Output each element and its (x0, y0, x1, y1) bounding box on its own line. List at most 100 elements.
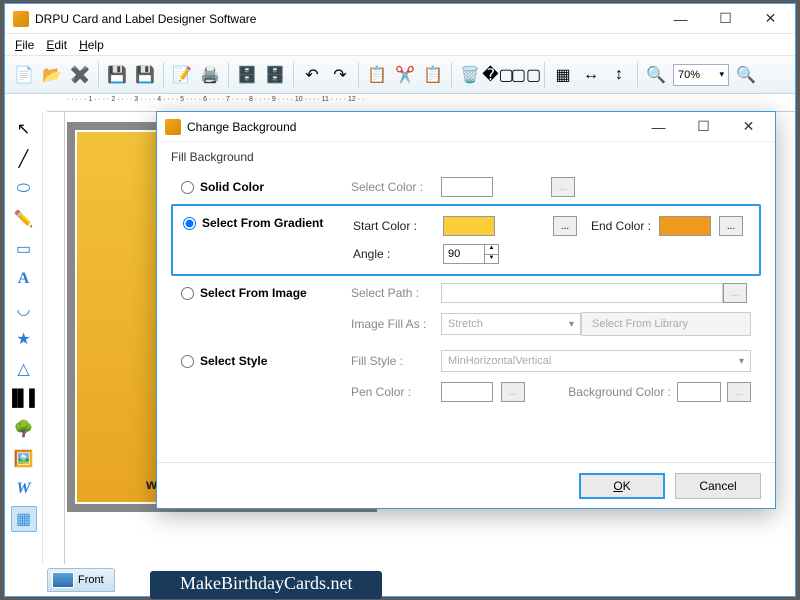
star-tool-icon[interactable]: ★ (11, 326, 37, 352)
angle-input[interactable] (444, 248, 484, 260)
ellipse-tool-icon[interactable]: ⬭ (11, 176, 37, 202)
pencil-tool-icon[interactable]: ✏️ (11, 206, 37, 232)
pen-color-browse-button: ... (501, 382, 525, 402)
angle-down-icon[interactable]: ▼ (485, 255, 498, 264)
label-image-fill-as: Image Fill As : (351, 317, 441, 331)
radio-image[interactable]: Select From Image (181, 286, 351, 300)
window-title: DRPU Card and Label Designer Software (35, 12, 658, 26)
toolbar: 📄 📂 ✖️ 💾 💾 📝 🖨️ 🗄️ 🗄️ ↶ ↷ 📋 ✂️ 📋 🗑️ �▢ ▢… (5, 56, 795, 94)
label-select-path: Select Path : (351, 286, 441, 300)
close-file-icon[interactable]: ✖️ (67, 62, 93, 88)
library-tool-icon[interactable]: 🖼️ (11, 446, 37, 472)
rectangle-tool-icon[interactable]: ▭ (11, 236, 37, 262)
line-tool-icon[interactable]: ╱ (11, 146, 37, 172)
copy-icon[interactable]: 📋 (364, 62, 390, 88)
option-gradient: Select From Gradient Start Color : ... E… (171, 204, 761, 276)
save-icon[interactable]: 💾 (104, 62, 130, 88)
save-as-icon[interactable]: 💾 (132, 62, 158, 88)
image-path-field (441, 283, 723, 303)
radio-style[interactable]: Select Style (181, 354, 351, 368)
watermark: MakeBirthdayCards.net (150, 571, 382, 599)
dialog-minimize-button[interactable]: — (636, 113, 681, 141)
change-background-dialog: Change Background — ☐ ✕ Fill Background … (156, 111, 776, 509)
zoom-field[interactable]: 70%▾ (673, 64, 729, 86)
option-style: Select Style Fill Style : MinHorizontalV… (171, 344, 761, 378)
zoom-out-icon[interactable]: 🔍 (733, 62, 759, 88)
wordart-tool-icon[interactable]: W (11, 476, 37, 502)
angle-up-icon[interactable]: ▲ (485, 245, 498, 255)
new-icon[interactable]: 📄 (11, 62, 37, 88)
undo-icon[interactable]: ↶ (299, 62, 325, 88)
dialog-title-bar: Change Background — ☐ ✕ (157, 112, 775, 142)
side-toolbox: ↖ ╱ ⬭ ✏️ ▭ A ◡ ★ △ ▐▌▌ 🌳 🖼️ W ▦ (5, 112, 43, 564)
page-thumb-icon (52, 572, 74, 588)
align-v-icon[interactable]: ↕ (606, 62, 632, 88)
background-tool-icon[interactable]: ▦ (11, 506, 37, 532)
option-image: Select From Image Select Path : ... (171, 276, 761, 310)
label-fill-style: Fill Style : (351, 354, 441, 368)
select-from-library-button: Select From Library (581, 312, 751, 336)
end-color-swatch[interactable] (659, 216, 711, 236)
cancel-button[interactable]: Cancel (675, 473, 761, 499)
zoom-in-icon[interactable]: 🔍 (643, 62, 669, 88)
option-solid-color: Solid Color Select Color : ... (171, 170, 761, 204)
picture-tool-icon[interactable]: 🌳 (11, 416, 37, 442)
ruler-horizontal: · · · · · 1 · · · · 2 · · · · 3 · · · · … (47, 94, 795, 112)
option-style-row2: Pen Color : ... Background Color : ... (171, 378, 761, 412)
label-bg-color: Background Color : (568, 385, 671, 399)
dialog-footer: OK Cancel (157, 462, 775, 508)
maximize-button[interactable]: ☐ (703, 5, 748, 33)
arc-tool-icon[interactable]: ◡ (11, 296, 37, 322)
page-tab-front[interactable]: Front (47, 568, 115, 592)
image-path-browse-button: ... (723, 283, 747, 303)
db-export-icon[interactable]: 🗄️ (234, 62, 260, 88)
align-h-icon[interactable]: ↔ (578, 62, 604, 88)
solid-color-swatch (441, 177, 493, 197)
start-color-swatch[interactable] (443, 216, 495, 236)
barcode-tool-icon[interactable]: ▐▌▌ (11, 386, 37, 412)
minimize-button[interactable]: — (658, 5, 703, 33)
menu-edit[interactable]: Edit (46, 38, 67, 52)
angle-stepper[interactable]: ▲▼ (443, 244, 499, 264)
send-back-icon[interactable]: ▢▢ (513, 62, 539, 88)
option-image-row2: Image Fill As : Stretch Select From Libr… (171, 310, 761, 344)
start-color-browse-button[interactable]: ... (553, 216, 577, 236)
end-color-browse-button[interactable]: ... (719, 216, 743, 236)
select-all-icon[interactable]: ▦ (550, 62, 576, 88)
radio-gradient[interactable]: Select From Gradient (183, 216, 353, 230)
triangle-tool-icon[interactable]: △ (11, 356, 37, 382)
edit-icon[interactable]: 📝 (169, 62, 195, 88)
label-end-color: End Color : (591, 219, 651, 233)
bring-front-icon[interactable]: �▢ (485, 62, 511, 88)
title-bar: DRPU Card and Label Designer Software — … (5, 4, 795, 34)
open-icon[interactable]: 📂 (39, 62, 65, 88)
pen-color-swatch (441, 382, 493, 402)
bg-color-browse-button: ... (727, 382, 751, 402)
label-select-color: Select Color : (351, 180, 441, 194)
radio-solid-color[interactable]: Solid Color (181, 180, 351, 194)
label-start-color: Start Color : (353, 219, 443, 233)
solid-color-browse-button: ... (551, 177, 575, 197)
dialog-close-button[interactable]: ✕ (726, 113, 771, 141)
dialog-maximize-button[interactable]: ☐ (681, 113, 726, 141)
bg-color-swatch (677, 382, 721, 402)
text-tool-icon[interactable]: A (11, 266, 37, 292)
pointer-tool-icon[interactable]: ↖ (11, 116, 37, 142)
dialog-icon (165, 119, 181, 135)
page-tabs: Front (47, 566, 115, 594)
image-fill-as-combo: Stretch (441, 313, 581, 335)
menu-bar: File Edit Help (5, 34, 795, 56)
menu-help[interactable]: Help (79, 38, 104, 52)
paste-icon[interactable]: 📋 (420, 62, 446, 88)
delete-icon[interactable]: 🗑️ (457, 62, 483, 88)
label-angle: Angle : (353, 247, 443, 261)
redo-icon[interactable]: ↷ (327, 62, 353, 88)
label-pen-color: Pen Color : (351, 385, 441, 399)
db-import-icon[interactable]: 🗄️ (262, 62, 288, 88)
menu-file[interactable]: File (15, 38, 34, 52)
print-icon[interactable]: 🖨️ (197, 62, 223, 88)
cut-icon[interactable]: ✂️ (392, 62, 418, 88)
close-button[interactable]: ✕ (748, 5, 793, 33)
ok-button[interactable]: OK (579, 473, 665, 499)
app-icon (13, 11, 29, 27)
